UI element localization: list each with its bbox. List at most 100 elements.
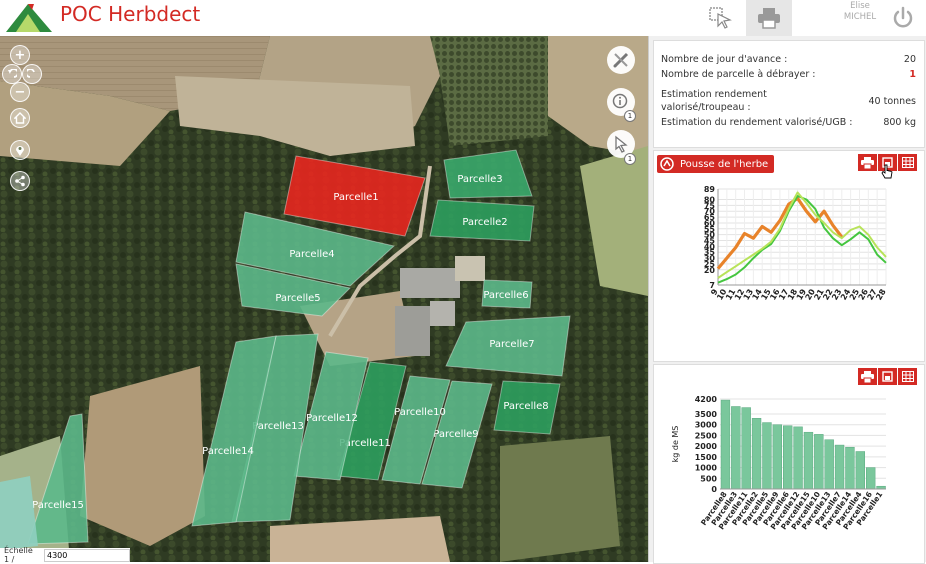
share-button[interactable] (10, 171, 30, 191)
y-tick-label: 3500 (695, 410, 718, 419)
bar (814, 434, 824, 490)
locate-button[interactable] (10, 140, 30, 160)
hand-cursor-icon (881, 164, 893, 179)
cursor-icon (615, 135, 628, 153)
parcel-7[interactable]: Parcelle7 (445, 315, 571, 377)
y-tick-label: 500 (700, 474, 717, 483)
yield-per-parcel-panel: 0 500 1000 1500 2000 2500 3000 3500 4200 kg de MS… (653, 364, 925, 564)
y-tick-label: 2500 (695, 431, 718, 440)
home-icon (14, 112, 26, 124)
table-icon (901, 157, 914, 168)
previous-view-button[interactable] (2, 64, 22, 84)
herbdect-logo (4, 2, 54, 38)
y-axis-label: kg de MS (671, 426, 680, 463)
parcel-4-label: Parcelle4 (289, 249, 334, 260)
parcel-2[interactable]: Parcelle2 (429, 199, 535, 242)
stat-label: Nombre de parcelle à débrayer : (661, 69, 816, 80)
scale-input[interactable] (44, 548, 130, 562)
stat-row-herd-yield: Estimation rendement valorisé/troupeau :… (661, 88, 916, 114)
printer-icon (861, 156, 874, 169)
undo-arrow-icon (8, 69, 17, 78)
parcel-9-label: Parcelle9 (433, 429, 478, 440)
stat-value: 40 tonnes (868, 95, 916, 107)
select-cursor-icon (709, 7, 732, 29)
grass-growth-button[interactable]: Pousse de l'herbe (657, 155, 775, 173)
y-tick-label: 3000 (695, 421, 718, 430)
stat-row-days-ahead: Nombre de jour d'avance : 20 (661, 54, 916, 65)
stat-value-alert: 1 (909, 69, 916, 80)
right-panel: Nombre de jour d'avance : 20 Nombre de p… (648, 36, 926, 564)
growth-badge-icon (660, 157, 674, 171)
grass-growth-chart: 7202530354045505560657075808991011121314… (704, 185, 888, 302)
y-tick-label: 2000 (695, 442, 718, 451)
home-view-button[interactable] (10, 108, 30, 128)
next-view-button[interactable] (22, 64, 42, 84)
parcel-8[interactable]: Parcelle8 (493, 380, 561, 435)
print-button[interactable] (746, 0, 792, 36)
bar (845, 446, 855, 490)
print-chart-button[interactable] (858, 154, 877, 171)
app-title: POC Herbdect (60, 2, 201, 26)
map-scale: Échelle 1 / (0, 546, 130, 564)
print-chart2-button[interactable] (858, 368, 877, 385)
stat-value: 800 kg (883, 117, 916, 128)
bar (824, 439, 834, 490)
export-chart2-button[interactable] (878, 368, 897, 385)
stat-label: Estimation du rendement valorisé/UGB : (661, 117, 853, 128)
info-icon (612, 93, 628, 109)
parcel-7-label: Parcelle7 (489, 339, 534, 350)
select-tool-button[interactable] (698, 0, 744, 36)
stat-value: 20 (903, 54, 916, 65)
bar (855, 451, 865, 490)
parcel-13-label: Parcelle13 (252, 421, 304, 432)
y-tick-label: 1000 (695, 464, 718, 473)
x-tick-label: 28 (874, 287, 888, 302)
stat-row-ugb-yield: Estimation du rendement valorisé/UGB : 8… (661, 117, 916, 128)
parcel-1-label: Parcelle1 (333, 192, 378, 203)
yield-bar-chart: 05001000150020002500300035004200kg de MS… (671, 395, 886, 531)
bar (783, 425, 793, 490)
parcel-3-label: Parcelle3 (457, 174, 502, 185)
table-icon (901, 371, 914, 382)
bar (731, 406, 741, 490)
table-view2-button[interactable] (898, 368, 917, 385)
zoom-out-button[interactable]: − (10, 82, 30, 102)
parcel-2-label: Parcelle2 (462, 217, 507, 228)
app-header: POC Herbdect Elise MICHEL (0, 0, 926, 37)
stat-label: Nombre de jour d'avance : (661, 54, 788, 65)
logout-button[interactable] (880, 0, 926, 36)
zoom-in-button[interactable]: + (10, 45, 30, 65)
parcel-15-label: Parcelle15 (32, 500, 84, 511)
pointer-tool-badge: 1 (624, 153, 636, 165)
bar (866, 467, 876, 490)
stat-row-parcels-to-release: Nombre de parcelle à débrayer : 1 (661, 69, 916, 80)
parcel-8-label: Parcelle8 (503, 401, 548, 412)
power-icon (893, 6, 913, 28)
summary-stats: Nombre de jour d'avance : 20 Nombre de p… (653, 40, 925, 148)
y-tick-label: 1500 (695, 453, 718, 462)
scale-label: Échelle 1 / (4, 546, 33, 564)
map-pin-icon (16, 145, 24, 156)
parcel-map[interactable]: Parcelle1 Parcelle2 Parcelle3 Parcelle4 … (0, 36, 648, 562)
parcel-6[interactable]: Parcelle6 (481, 279, 533, 309)
bar (793, 426, 803, 490)
parcel-6-label: Parcelle6 (483, 290, 528, 301)
grass-growth-button-label: Pousse de l'herbe (680, 158, 769, 170)
printer-icon (758, 8, 780, 29)
stat-label: Estimation rendement valorisé/troupeau : (661, 89, 767, 113)
info-tool-badge: 1 (624, 110, 636, 122)
measure-tool-button[interactable] (607, 46, 635, 74)
parcel-10-label: Parcelle10 (394, 407, 446, 418)
grass-growth-panel: Pousse de l'herbe 7 20 25 30 35 40 45 50 55 60 65 7… (653, 150, 925, 362)
printer-icon (861, 370, 874, 383)
parcel-14-label: Parcelle14 (202, 446, 254, 457)
table-view-button[interactable] (898, 154, 917, 171)
aerial-map: Parcelle1 Parcelle2 Parcelle3 Parcelle4 … (0, 36, 648, 562)
parcel-12-label: Parcelle12 (306, 413, 358, 424)
redo-arrow-icon (27, 69, 35, 78)
bar (772, 424, 782, 490)
bar (720, 399, 731, 490)
ruler-pencil-icon (613, 52, 629, 68)
parcel-5-label: Parcelle5 (275, 293, 320, 304)
y-tick-label: 0 (711, 485, 717, 494)
